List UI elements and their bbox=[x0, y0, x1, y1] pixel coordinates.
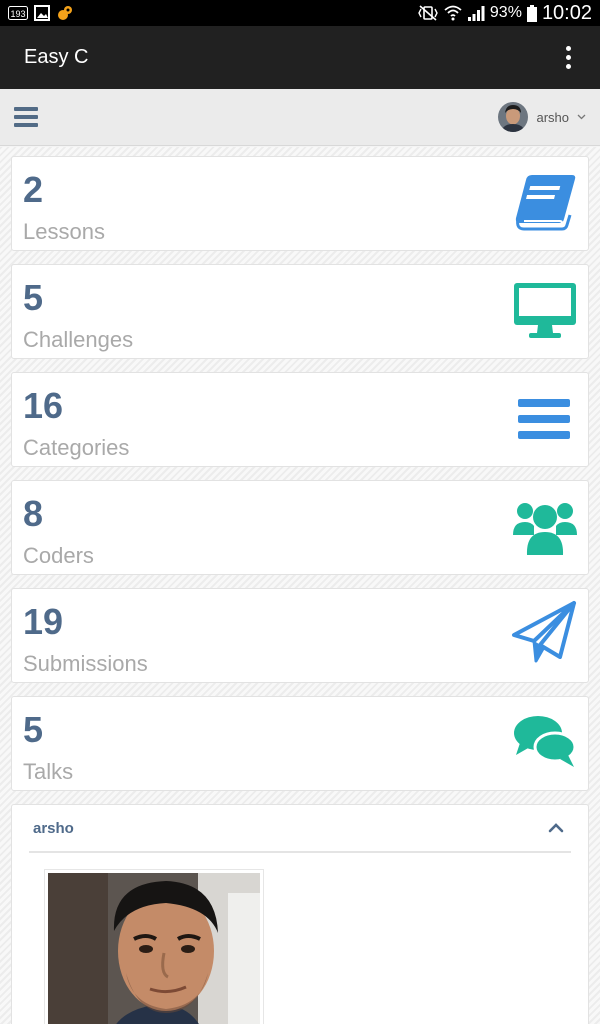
chevron-up-icon[interactable] bbox=[545, 817, 567, 839]
comments-icon bbox=[510, 707, 580, 773]
app-title: Easy C bbox=[24, 46, 89, 68]
stat-value: 8 bbox=[23, 493, 44, 534]
battery-icon bbox=[526, 4, 537, 22]
clock: 10:02 bbox=[541, 1, 592, 24]
stat-value: 5 bbox=[23, 709, 44, 750]
vibrate-icon bbox=[417, 5, 439, 21]
paper-plane-icon bbox=[510, 599, 580, 665]
list-icon bbox=[510, 383, 580, 449]
app-bar: Easy C bbox=[0, 26, 600, 89]
profile-photo bbox=[44, 869, 264, 1024]
status-bar: 193 93% 10:02 bbox=[0, 0, 600, 26]
stat-value: 2 bbox=[23, 169, 44, 210]
signal-icon bbox=[467, 5, 485, 21]
stat-card-talks[interactable]: 5 Talks bbox=[11, 696, 589, 791]
stat-value: 5 bbox=[23, 277, 44, 318]
site-header: arsho bbox=[0, 89, 600, 146]
stat-card-submissions[interactable]: 19 Submissions bbox=[11, 588, 589, 683]
hamburger-menu-icon[interactable] bbox=[14, 107, 38, 127]
stat-label: Talks bbox=[23, 759, 74, 784]
stat-card-categories[interactable]: 16 Categories bbox=[11, 372, 589, 467]
stat-label: Lessons bbox=[23, 219, 105, 244]
book-icon bbox=[510, 167, 580, 233]
stat-value: 16 bbox=[23, 385, 64, 426]
svg-text:193: 193 bbox=[10, 9, 25, 19]
stat-card-coders[interactable]: 8 Coders bbox=[11, 480, 589, 575]
stat-label: Challenges bbox=[23, 327, 134, 352]
stat-label: Coders bbox=[23, 543, 94, 568]
image-notification-icon bbox=[34, 5, 50, 21]
stat-card-lessons[interactable]: 2 Lessons bbox=[11, 156, 589, 251]
user-menu[interactable]: arsho bbox=[498, 102, 586, 132]
stat-label: Submissions bbox=[23, 651, 148, 676]
notification-badge-icon: 193 bbox=[8, 6, 28, 20]
battery-percent: 93% bbox=[489, 4, 522, 21]
stat-card-challenges[interactable]: 5 Challenges bbox=[11, 264, 589, 359]
header-username: arsho bbox=[536, 109, 569, 125]
users-icon bbox=[510, 491, 580, 557]
profile-header[interactable]: arsho bbox=[29, 805, 571, 853]
stat-label: Categories bbox=[23, 435, 130, 460]
dashboard-content: 2 Lessons 5 Challenges 16 Categories 8 C… bbox=[0, 147, 600, 1024]
desktop-icon bbox=[510, 275, 580, 341]
stat-value: 19 bbox=[23, 601, 64, 642]
profile-card: arsho bbox=[11, 804, 589, 1024]
chevron-down-icon bbox=[577, 111, 586, 123]
avatar bbox=[498, 102, 529, 132]
profile-name: arsho bbox=[33, 819, 74, 837]
wifi-icon bbox=[444, 5, 462, 21]
overflow-menu-icon[interactable] bbox=[558, 43, 578, 73]
squirrel-app-icon bbox=[56, 4, 74, 22]
